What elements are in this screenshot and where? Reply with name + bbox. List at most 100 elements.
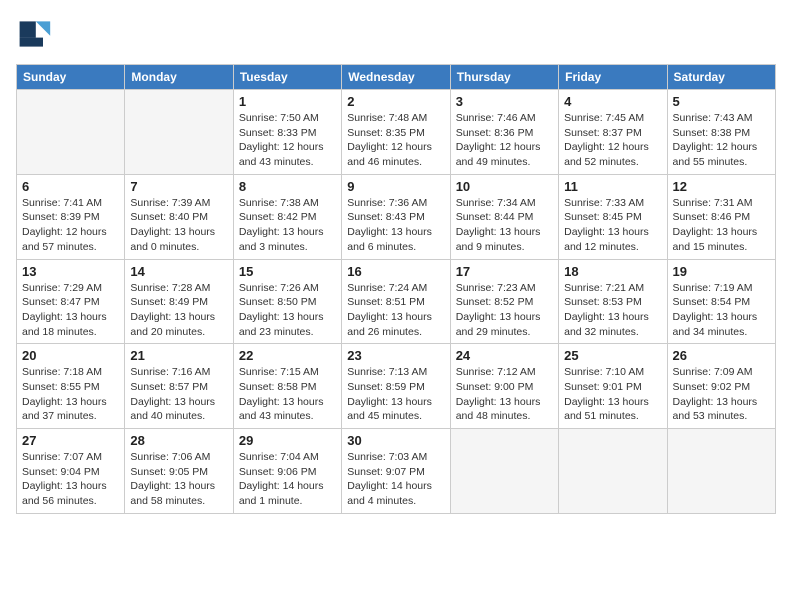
day-info: Sunrise: 7:39 AM Sunset: 8:40 PM Dayligh… [130,196,227,255]
calendar-cell: 23 Sunrise: 7:13 AM Sunset: 8:59 PM Dayli… [342,344,450,429]
calendar-cell [450,429,558,514]
day-info: Sunrise: 7:26 AM Sunset: 8:50 PM Dayligh… [239,281,336,340]
weekday-header-row: SundayMondayTuesdayWednesdayThursdayFrid… [17,65,776,90]
day-number: 13 [22,264,119,279]
calendar: SundayMondayTuesdayWednesdayThursdayFrid… [16,64,776,514]
weekday-header-tuesday: Tuesday [233,65,341,90]
calendar-cell: 15 Sunrise: 7:26 AM Sunset: 8:50 PM Dayli… [233,259,341,344]
calendar-cell: 7Sunrise: 7:39 AM Sunset: 8:40 PM Daylig… [125,174,233,259]
day-number: 3 [456,94,553,109]
week-row-5: 27 Sunrise: 7:07 AM Sunset: 9:04 PM Dayli… [17,429,776,514]
calendar-cell [17,90,125,175]
calendar-cell: 30 Sunrise: 7:03 AM Sunset: 9:07 PM Dayli… [342,429,450,514]
day-number: 9 [347,179,444,194]
weekday-header-sunday: Sunday [17,65,125,90]
day-info: Sunrise: 7:19 AM Sunset: 8:54 PM Dayligh… [673,281,770,340]
day-info: Sunrise: 7:29 AM Sunset: 8:47 PM Dayligh… [22,281,119,340]
day-info: Sunrise: 7:43 AM Sunset: 8:38 PM Dayligh… [673,111,770,170]
calendar-cell [125,90,233,175]
weekday-header-saturday: Saturday [667,65,775,90]
calendar-cell: 1 Sunrise: 7:50 AM Sunset: 8:33 PM Daylig… [233,90,341,175]
week-row-3: 13 Sunrise: 7:29 AM Sunset: 8:47 PM Dayli… [17,259,776,344]
calendar-cell: 19 Sunrise: 7:19 AM Sunset: 8:54 PM Dayli… [667,259,775,344]
calendar-cell [559,429,667,514]
day-info: Sunrise: 7:18 AM Sunset: 8:55 PM Dayligh… [22,365,119,424]
day-info: Sunrise: 7:36 AM Sunset: 8:43 PM Dayligh… [347,196,444,255]
day-number: 21 [130,348,227,363]
calendar-cell: 14 Sunrise: 7:28 AM Sunset: 8:49 PM Dayli… [125,259,233,344]
calendar-cell: 3 Sunrise: 7:46 AM Sunset: 8:36 PM Daylig… [450,90,558,175]
day-number: 4 [564,94,661,109]
day-number: 27 [22,433,119,448]
day-number: 11 [564,179,661,194]
calendar-cell: 10 Sunrise: 7:34 AM Sunset: 8:44 PM Dayli… [450,174,558,259]
day-number: 15 [239,264,336,279]
day-info: Sunrise: 7:33 AM Sunset: 8:45 PM Dayligh… [564,196,661,255]
day-info: Sunrise: 7:28 AM Sunset: 8:49 PM Dayligh… [130,281,227,340]
calendar-cell: 29 Sunrise: 7:04 AM Sunset: 9:06 PM Dayli… [233,429,341,514]
day-info: Sunrise: 7:34 AM Sunset: 8:44 PM Dayligh… [456,196,553,255]
calendar-cell: 20 Sunrise: 7:18 AM Sunset: 8:55 PM Dayli… [17,344,125,429]
calendar-cell: 12 Sunrise: 7:31 AM Sunset: 8:46 PM Dayli… [667,174,775,259]
calendar-cell: 11 Sunrise: 7:33 AM Sunset: 8:45 PM Dayli… [559,174,667,259]
day-info: Sunrise: 7:13 AM Sunset: 8:59 PM Dayligh… [347,365,444,424]
day-number: 24 [456,348,553,363]
day-info: Sunrise: 7:50 AM Sunset: 8:33 PM Dayligh… [239,111,336,170]
calendar-cell: 16 Sunrise: 7:24 AM Sunset: 8:51 PM Dayli… [342,259,450,344]
day-number: 29 [239,433,336,448]
day-info: Sunrise: 7:10 AM Sunset: 9:01 PM Dayligh… [564,365,661,424]
calendar-cell: 18 Sunrise: 7:21 AM Sunset: 8:53 PM Dayli… [559,259,667,344]
day-number: 8 [239,179,336,194]
day-number: 23 [347,348,444,363]
calendar-cell: 6 Sunrise: 7:41 AM Sunset: 8:39 PM Daylig… [17,174,125,259]
weekday-header-friday: Friday [559,65,667,90]
calendar-cell: 4 Sunrise: 7:45 AM Sunset: 8:37 PM Daylig… [559,90,667,175]
day-number: 19 [673,264,770,279]
week-row-1: 1 Sunrise: 7:50 AM Sunset: 8:33 PM Daylig… [17,90,776,175]
day-info: Sunrise: 7:41 AM Sunset: 8:39 PM Dayligh… [22,196,119,255]
day-number: 28 [130,433,227,448]
calendar-cell: 17 Sunrise: 7:23 AM Sunset: 8:52 PM Dayli… [450,259,558,344]
day-number: 5 [673,94,770,109]
day-number: 26 [673,348,770,363]
day-number: 25 [564,348,661,363]
logo [16,16,56,52]
day-info: Sunrise: 7:46 AM Sunset: 8:36 PM Dayligh… [456,111,553,170]
calendar-cell: 27 Sunrise: 7:07 AM Sunset: 9:04 PM Dayli… [17,429,125,514]
logo-icon [16,16,52,52]
day-info: Sunrise: 7:12 AM Sunset: 9:00 PM Dayligh… [456,365,553,424]
weekday-header-thursday: Thursday [450,65,558,90]
calendar-cell: 28Sunrise: 7:06 AM Sunset: 9:05 PM Dayli… [125,429,233,514]
day-number: 18 [564,264,661,279]
day-info: Sunrise: 7:21 AM Sunset: 8:53 PM Dayligh… [564,281,661,340]
day-info: Sunrise: 7:45 AM Sunset: 8:37 PM Dayligh… [564,111,661,170]
weekday-header-monday: Monday [125,65,233,90]
week-row-2: 6 Sunrise: 7:41 AM Sunset: 8:39 PM Daylig… [17,174,776,259]
day-number: 20 [22,348,119,363]
calendar-cell: 21 Sunrise: 7:16 AM Sunset: 8:57 PM Dayli… [125,344,233,429]
day-number: 16 [347,264,444,279]
day-number: 30 [347,433,444,448]
day-info: Sunrise: 7:09 AM Sunset: 9:02 PM Dayligh… [673,365,770,424]
day-info: Sunrise: 7:38 AM Sunset: 8:42 PM Dayligh… [239,196,336,255]
day-info: Sunrise: 7:48 AM Sunset: 8:35 PM Dayligh… [347,111,444,170]
day-info: Sunrise: 7:23 AM Sunset: 8:52 PM Dayligh… [456,281,553,340]
calendar-cell: 13 Sunrise: 7:29 AM Sunset: 8:47 PM Dayli… [17,259,125,344]
day-info: Sunrise: 7:31 AM Sunset: 8:46 PM Dayligh… [673,196,770,255]
calendar-cell: 26 Sunrise: 7:09 AM Sunset: 9:02 PM Dayli… [667,344,775,429]
day-number: 12 [673,179,770,194]
day-number: 14 [130,264,227,279]
day-number: 6 [22,179,119,194]
day-number: 1 [239,94,336,109]
day-info: Sunrise: 7:16 AM Sunset: 8:57 PM Dayligh… [130,365,227,424]
day-info: Sunrise: 7:04 AM Sunset: 9:06 PM Dayligh… [239,450,336,509]
calendar-cell: 5 Sunrise: 7:43 AM Sunset: 8:38 PM Daylig… [667,90,775,175]
calendar-cell: 22Sunrise: 7:15 AM Sunset: 8:58 PM Dayli… [233,344,341,429]
day-number: 10 [456,179,553,194]
calendar-cell: 24 Sunrise: 7:12 AM Sunset: 9:00 PM Dayli… [450,344,558,429]
day-number: 17 [456,264,553,279]
day-info: Sunrise: 7:15 AM Sunset: 8:58 PM Dayligh… [239,365,336,424]
day-info: Sunrise: 7:24 AM Sunset: 8:51 PM Dayligh… [347,281,444,340]
day-info: Sunrise: 7:07 AM Sunset: 9:04 PM Dayligh… [22,450,119,509]
day-info: Sunrise: 7:03 AM Sunset: 9:07 PM Dayligh… [347,450,444,509]
